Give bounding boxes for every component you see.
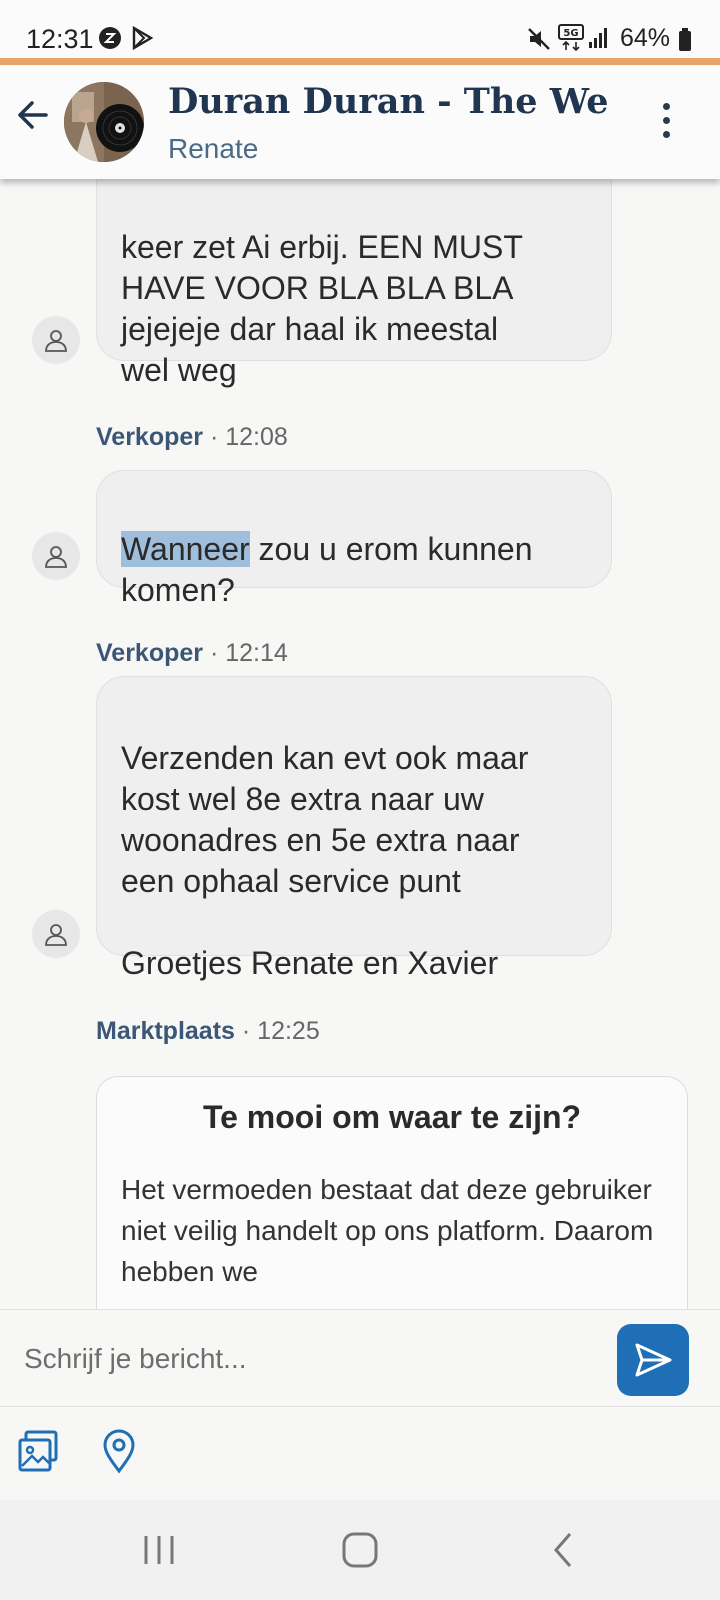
- message-bubble[interactable]: keer zet Ai erbij. EEN MUST HAVE VOOR BL…: [96, 179, 612, 388]
- message-time: · 12:25: [241, 1017, 320, 1045]
- warning-body: Het vermoeden bestaat dat deze gebruiker…: [121, 1174, 654, 1287]
- app-notification-icon: [98, 26, 122, 55]
- back-arrow-icon[interactable]: [12, 95, 52, 135]
- listing-avatar[interactable]: [64, 82, 144, 162]
- conversation-title[interactable]: Duran Duran - The We...: [168, 81, 608, 122]
- recent-apps-icon[interactable]: [142, 1530, 176, 1575]
- status-time: 12:31: [26, 24, 94, 54]
- sender-name: Marktplaats: [96, 1017, 235, 1045]
- sender-name: Verkoper: [96, 639, 204, 667]
- more-options-icon[interactable]: [660, 103, 672, 143]
- conversation-subtitle: Renate: [168, 133, 259, 164]
- location-pin-icon[interactable]: [96, 1428, 142, 1474]
- sender-avatar-icon: [32, 532, 80, 580]
- sender-avatar-icon: [32, 316, 80, 364]
- battery-percentage: 64%: [619, 24, 670, 52]
- safety-warning-card[interactable]: Te mooi om waar te zijn? Het vermoeden b…: [96, 1076, 688, 1309]
- message-composer: [0, 1309, 720, 1407]
- back-nav-icon[interactable]: [548, 1530, 578, 1575]
- svg-text:5G: 5G: [563, 28, 578, 39]
- image-gallery-icon[interactable]: [16, 1428, 62, 1474]
- status-bar: 12:31 5G 64%: [0, 0, 720, 58]
- selected-text[interactable]: Wanneer: [121, 531, 250, 567]
- sender-name: Verkoper: [96, 423, 204, 451]
- message-meta: Marktplaats · 12:25: [96, 1017, 320, 1046]
- send-icon: [635, 1343, 672, 1377]
- sender-avatar-icon: [32, 910, 80, 958]
- message-list[interactable]: keer zet Ai erbij. EEN MUST HAVE VOOR BL…: [0, 179, 720, 1309]
- message-text: Verzenden kan evt ook maar kost wel 8e e…: [121, 740, 529, 981]
- message-bubble[interactable]: Wanneer zou u erom kunnen komen?: [96, 470, 612, 608]
- send-button[interactable]: [617, 1324, 689, 1396]
- 5g-icon: 5G: [558, 24, 584, 57]
- attachment-toolbar: [0, 1408, 720, 1500]
- conversation-header: Duran Duran - The We... Renate: [0, 65, 720, 179]
- message-text: keer zet Ai erbij. EEN MUST HAVE VOOR BL…: [121, 229, 523, 388]
- mute-icon: [526, 26, 552, 57]
- message-input[interactable]: [24, 1332, 584, 1386]
- message-meta: Verkoper · 12:08: [96, 423, 288, 452]
- home-icon[interactable]: [340, 1530, 380, 1575]
- signal-icon: [588, 26, 610, 55]
- warning-title: Te mooi om waar te zijn?: [202, 1099, 582, 1135]
- play-store-icon: [130, 25, 154, 55]
- message-meta: Verkoper · 12:14: [96, 639, 288, 668]
- message-bubble[interactable]: Verzenden kan evt ook maar kost wel 8e e…: [96, 676, 612, 981]
- battery-icon: [678, 28, 692, 57]
- message-time: · 12:08: [209, 423, 288, 451]
- system-navigation-bar: [0, 1500, 720, 1600]
- message-time: · 12:14: [209, 639, 288, 667]
- accent-line: [0, 58, 720, 65]
